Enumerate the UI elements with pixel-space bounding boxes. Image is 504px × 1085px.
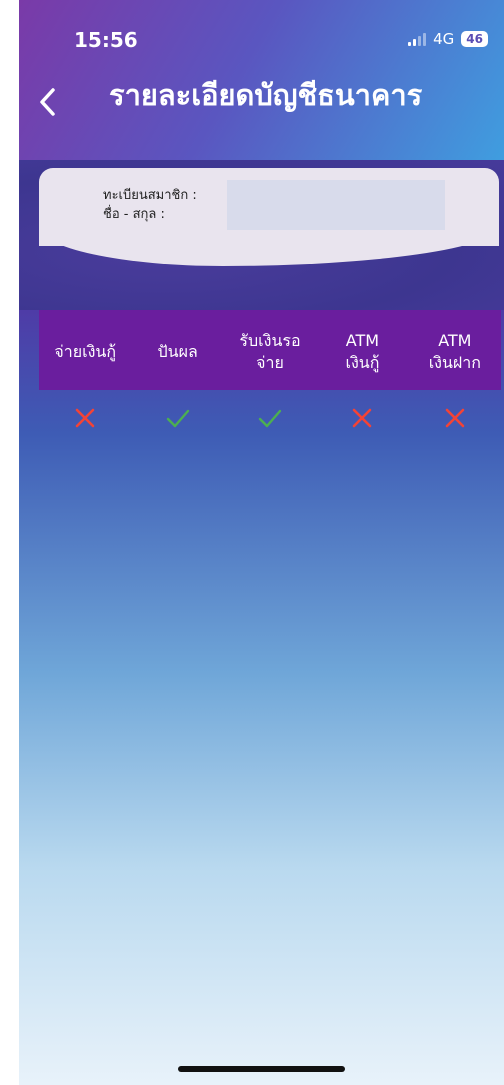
column-header: รับเงินรอ จ่าย bbox=[224, 326, 316, 374]
page-title: รายละเอียดบัญชีธนาคาร bbox=[109, 78, 423, 112]
table-cell bbox=[39, 407, 131, 429]
column-header-line: เงินฝาก bbox=[428, 353, 481, 372]
back-button[interactable] bbox=[33, 82, 63, 122]
table-cell bbox=[409, 407, 501, 429]
table-cell bbox=[316, 407, 408, 429]
column-header-line: จ่ายเงินกู้ bbox=[54, 342, 117, 361]
table-row bbox=[39, 390, 501, 446]
column-header: จ่ายเงินกู้ bbox=[39, 337, 131, 363]
bank-status-table: จ่ายเงินกู้ ปันผล รับเงินรอ จ่าย ATM เงิ… bbox=[39, 310, 501, 446]
column-header-line: ATM bbox=[438, 331, 472, 350]
check-icon bbox=[258, 409, 282, 428]
cross-icon bbox=[353, 408, 372, 428]
status-indicators: 4G 46 bbox=[408, 30, 488, 48]
member-id-label: ทะเบียนสมาชิก : bbox=[103, 188, 197, 203]
app-screen: 15:56 4G 46 รายละเอียดบัญชีธนาคาร ทะเบีย… bbox=[19, 0, 504, 1085]
column-header-line: รับเงินรอ bbox=[239, 331, 301, 350]
cross-icon bbox=[75, 408, 95, 428]
table-cell bbox=[224, 407, 316, 429]
column-header: ATM เงินกู้ bbox=[316, 326, 408, 374]
chevron-left-icon bbox=[40, 88, 55, 116]
column-header: ปันผล bbox=[131, 337, 223, 363]
signal-icon bbox=[408, 32, 427, 46]
column-header-line: จ่าย bbox=[256, 353, 284, 372]
column-header: ATM เงินฝาก bbox=[409, 326, 501, 374]
status-time: 15:56 bbox=[74, 28, 138, 52]
table-cell bbox=[131, 407, 223, 429]
column-header-line: ATM bbox=[345, 331, 380, 350]
table-header: จ่ายเงินกู้ ปันผล รับเงินรอ จ่าย ATM เงิ… bbox=[39, 310, 501, 390]
check-icon bbox=[166, 409, 189, 428]
column-header-line: ปันผล bbox=[157, 342, 198, 361]
redacted-member-info bbox=[227, 180, 445, 230]
network-label: 4G bbox=[433, 30, 455, 48]
member-info-card: ทะเบียนสมาชิก : ชื่อ - สกุล : bbox=[39, 168, 499, 266]
home-indicator[interactable] bbox=[178, 1066, 345, 1072]
battery-icon: 46 bbox=[461, 31, 488, 47]
cross-icon bbox=[445, 408, 465, 428]
column-header-line: เงินกู้ bbox=[345, 353, 380, 372]
member-name-label: ชื่อ - สกุล : bbox=[103, 207, 165, 222]
member-labels: ทะเบียนสมาชิก : ชื่อ - สกุล : bbox=[103, 186, 197, 224]
